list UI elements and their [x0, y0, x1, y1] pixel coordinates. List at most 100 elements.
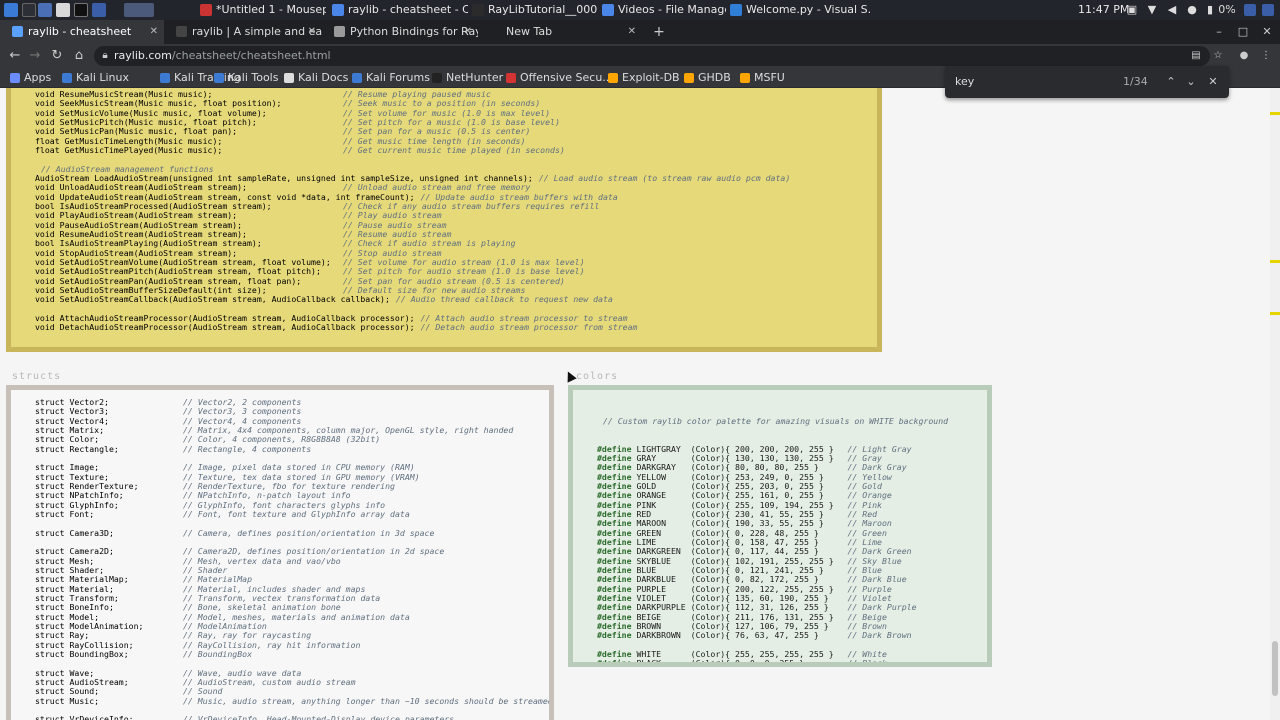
bookmark-item[interactable]: Kali Docs [284, 68, 348, 88]
browser-toolbar: ← → ↻ ⌂ 🔒︎ raylib.com/cheatsheet/cheatsh… [0, 44, 1280, 68]
find-close-icon[interactable]: ✕ [1205, 74, 1221, 90]
code-text: struct Rectangle; [35, 443, 119, 454]
color-comment: // Maroon [847, 518, 892, 529]
browser-icon[interactable] [92, 3, 106, 17]
code-line: struct Rectangle; // Rectangle, 4 compone… [35, 443, 549, 454]
code-line: void DetachAudioStreamProcessor(AudioStr… [35, 323, 877, 332]
bookmark-favicon [432, 73, 442, 83]
code-text: struct Font; [35, 508, 95, 519]
bookmark-favicon [10, 73, 20, 83]
profile-avatar-icon[interactable]: ● [1238, 50, 1250, 62]
bookmark-item[interactable]: Offensive Secu... [506, 68, 613, 88]
tab-close-icon[interactable]: ✕ [464, 20, 472, 44]
section-title-structs: structs [12, 371, 62, 382]
bookmark-label: Kali Forums [366, 71, 430, 84]
forward-icon[interactable]: → [26, 46, 44, 66]
maximize-icon[interactable]: □ [1232, 20, 1254, 44]
browser-tab[interactable]: Python Bindings for Rayli ✕ [322, 20, 478, 44]
color-name: DARKBROWN [631, 630, 691, 641]
scrollbar-thumb[interactable] [1272, 641, 1278, 696]
taskbar-window-button[interactable]: Videos - File Manager [600, 0, 726, 20]
tab-close-icon[interactable]: ✕ [150, 20, 158, 44]
tab-favicon [12, 26, 23, 37]
volume-icon[interactable]: ◀ [1166, 4, 1178, 16]
code-comment: // Load audio stream (to stream raw audi… [538, 172, 791, 183]
file-manager-icon[interactable] [56, 3, 70, 17]
close-window-icon[interactable]: ✕ [1256, 20, 1278, 44]
color-define-line: #define BLACK (Color){ 0, 0, 0, 255 } //… [597, 658, 987, 667]
color-comment: // Dark Brown [847, 630, 912, 641]
window-app-icon [730, 4, 742, 16]
workspace-switcher-icon[interactable] [124, 3, 154, 17]
bookmark-label: Kali Docs [298, 71, 349, 84]
wifi-icon[interactable]: ▼ [1146, 4, 1158, 16]
taskbar-window-button[interactable]: RayLibTutorial__00001... [470, 0, 598, 20]
reload-icon[interactable]: ↻ [48, 46, 66, 66]
structs-block: struct Vector2;// Vector2, 2 components s… [6, 385, 554, 720]
notification-bell-icon[interactable]: ● [1186, 4, 1198, 16]
code-text: void SetAudioStreamCallback(AudioStream … [35, 294, 390, 305]
home-icon[interactable]: ⌂ [70, 46, 88, 66]
clock[interactable]: 11:47 PM [1078, 0, 1129, 20]
code-comment: // BoundingBox [183, 648, 253, 659]
find-input[interactable]: key [955, 74, 974, 90]
new-tab-button[interactable]: + [652, 20, 666, 44]
code-comment: // Detach audio stream processor from st… [420, 322, 638, 333]
taskbar-window-label: RayLibTutorial__00001... [488, 3, 598, 16]
code-line: struct VrDeviceInfo; // VrDeviceInfo, Hea… [35, 714, 549, 720]
taskbar-window-button[interactable]: Welcome.py - Visual S... [728, 0, 870, 20]
bookmark-item[interactable]: Exploit-DB [608, 68, 680, 88]
code-text: struct Camera3D; [35, 527, 114, 538]
section-title-colors: colors [576, 371, 619, 382]
user-menu-icon[interactable] [1244, 4, 1256, 16]
bookmark-label: Kali Linux [76, 71, 130, 84]
minimize-icon[interactable]: – [1208, 20, 1230, 44]
code-comment: // Rectangle, 4 components [183, 443, 312, 454]
bookmark-item[interactable]: Apps [10, 68, 51, 88]
bookmark-item[interactable]: Kali Forums [352, 68, 430, 88]
tab-close-icon[interactable]: ✕ [628, 20, 636, 44]
find-next-icon[interactable]: ⌄ [1183, 74, 1199, 90]
find-previous-icon[interactable]: ⌃ [1163, 74, 1179, 90]
browser-tab[interactable]: New Tab ✕ [478, 20, 642, 44]
bookmark-item[interactable]: NetHunter [432, 68, 503, 88]
browser-tab[interactable]: raylib - cheatsheet ✕ [0, 20, 164, 44]
audio-functions-block: void ResumeMusicStream(Music music);// R… [6, 88, 882, 352]
taskbar-window-button[interactable]: raylib - cheatsheet - Chr... [330, 0, 468, 20]
code-line: struct AudioStream;// AudioStream, custo… [35, 677, 549, 687]
lock-icon[interactable]: 🔒︎ [99, 50, 111, 62]
bookmark-favicon [160, 73, 170, 83]
bookmark-label: Kali Tools [228, 71, 279, 84]
code-line: struct Music;// Music, audio stream, any… [35, 696, 549, 706]
bookmark-item[interactable]: Kali Tools [214, 68, 278, 88]
desktop-icon[interactable] [38, 3, 52, 17]
color-comment: // Dark Blue [847, 574, 907, 585]
code-comment: // VrDeviceInfo, Head-Mounted-Display de… [183, 714, 455, 720]
address-bar[interactable]: 🔒︎ raylib.com/cheatsheet/cheatsheet.html… [94, 46, 1210, 66]
bookmark-item[interactable]: GHDB [684, 68, 731, 88]
tab-close-icon[interactable]: ✕ [308, 20, 316, 44]
browser-tab[interactable]: raylib | A simple and easy ✕ [164, 20, 322, 44]
bookmark-favicon [352, 73, 362, 83]
back-icon[interactable]: ← [6, 46, 24, 66]
bookmark-item[interactable]: MSFU [740, 68, 785, 88]
url-path: /cheatsheet/cheatsheet.html [171, 49, 331, 62]
taskbar-window-button[interactable]: *Untitled 1 - Mousepad [198, 0, 326, 20]
page-scrollbar[interactable] [1270, 88, 1280, 720]
battery-icon[interactable]: ▮ [1204, 4, 1216, 16]
bookmark-favicon [62, 73, 72, 83]
bookmark-star-icon[interactable]: ☆ [1212, 50, 1224, 62]
color-define-line: #define DARKBROWN (Color){ 76, 63, 47, 2… [597, 631, 987, 640]
page-content: void ResumeMusicStream(Music music);// R… [0, 88, 1270, 720]
code-comment: // Audio thread callback to request new … [395, 294, 613, 305]
color-value: (Color){ 0, 0, 0, 255 } [690, 658, 844, 667]
browser-menu-icon[interactable]: ⋮ [1260, 50, 1272, 62]
app-menu-icon[interactable] [4, 3, 18, 17]
bookmark-item[interactable]: Kali Linux [62, 68, 129, 88]
terminal-icon[interactable] [74, 3, 88, 17]
page-info-icon[interactable]: ▤ [1190, 50, 1202, 62]
power-icon[interactable] [1262, 4, 1274, 16]
find-match-marker [1270, 260, 1280, 263]
workspace-icon[interactable] [22, 3, 36, 17]
camera-icon[interactable]: ▣ [1126, 4, 1138, 16]
